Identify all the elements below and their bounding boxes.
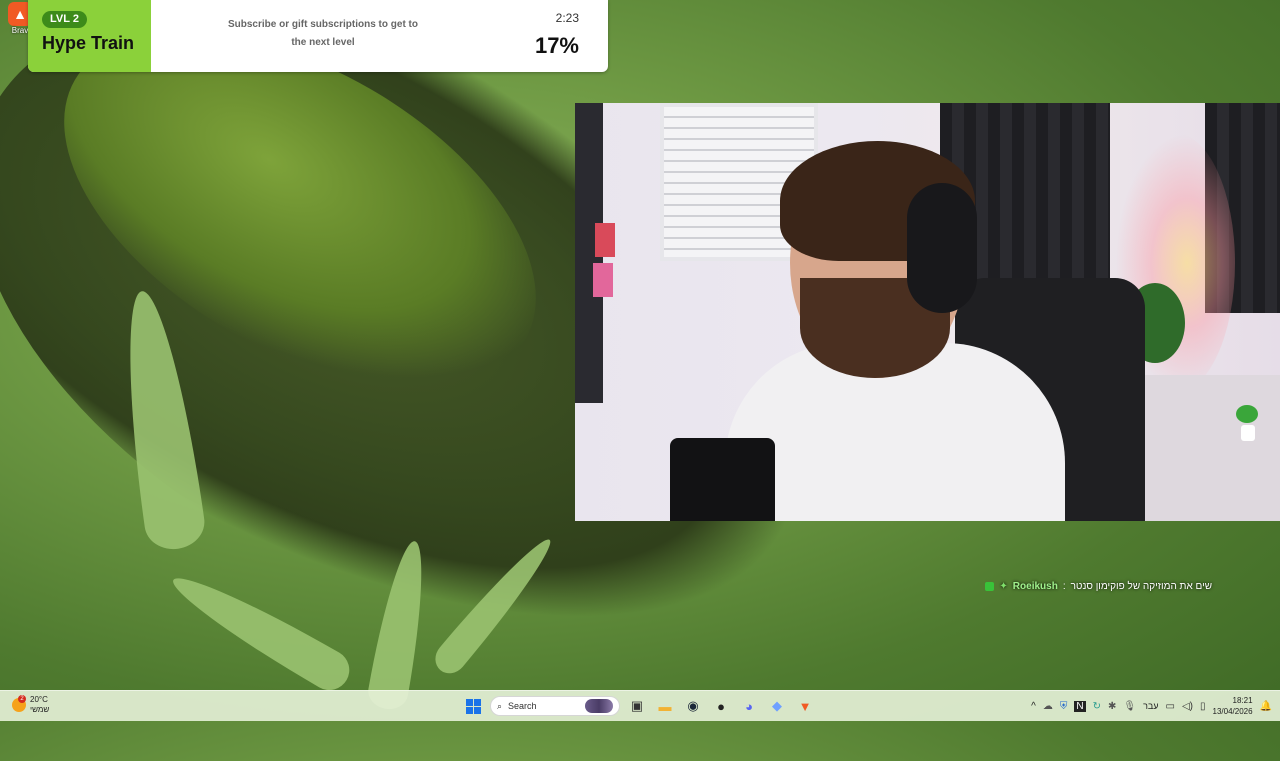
obs-icon: ● (717, 698, 725, 714)
clock-time: 18:21 (1232, 696, 1253, 705)
chat-message: ✦ Roeikush : שים את המוזיקה של פוקימון ס… (985, 578, 1212, 594)
webcam-feed (575, 103, 1280, 521)
hype-train-description-line2: the next level (291, 37, 355, 48)
volume-icon[interactable]: ◁) (1182, 701, 1193, 712)
taskbar-search[interactable]: ⌕ Search (490, 696, 620, 716)
task-view-button[interactable]: ▣ (626, 695, 648, 717)
hype-train-description: Subscribe or gift subscriptions to get t… (218, 16, 428, 52)
weather-widget[interactable]: 2 20°C שמשי (12, 695, 49, 715)
chevron-up-icon[interactable]: ^ (1031, 701, 1036, 712)
network-icon[interactable]: ▭ (1166, 701, 1175, 712)
webcam-wall-panel (593, 263, 613, 297)
taskbar-apps: ⌕ Search ▣ ▬ ◉ ● ◕ ◆ ▼ (462, 694, 816, 718)
weather-temperature: 20°C (30, 695, 48, 704)
task-view-icon: ▣ (630, 698, 644, 713)
hype-train-widget: LVL 2 Hype Train Subscribe or gift subsc… (28, 0, 608, 72)
weather-description: שמשי (30, 705, 50, 714)
hype-train-percent: 17% (534, 33, 579, 58)
brave-button[interactable]: ▼ (794, 695, 816, 717)
bluetooth-icon[interactable]: ✱ (1108, 701, 1116, 712)
hype-train-title: Hype Train (42, 33, 135, 53)
search-placeholder: Search (508, 701, 537, 711)
clock[interactable]: 18:21 13/04/2026 (1213, 695, 1253, 717)
clock-date: 13/04/2026 (1212, 707, 1253, 716)
weather-sun-icon: 2 (12, 695, 26, 712)
wallpaper-leaf (163, 562, 357, 698)
chat-separator: : (1062, 580, 1066, 592)
windows-icon (465, 698, 481, 714)
obs-button[interactable]: ● (710, 695, 732, 717)
hype-train-timer: 2:23 (555, 11, 579, 25)
steam-icon: ◉ (687, 698, 699, 713)
webcam-microphone (670, 438, 775, 521)
taskbar: 2 20°C שמשי ⌕ Search ▣ ▬ ◉ ● ◕ ◆ ▼ ^ ☁ ⛨… (0, 690, 1280, 721)
chat-username: Roeikush (1012, 580, 1058, 592)
cloud-icon[interactable]: ☁ (1043, 701, 1053, 712)
folder-icon: ▬ (658, 698, 672, 714)
notion-icon[interactable]: N (1074, 700, 1086, 712)
hype-train-description-line1: Subscribe or gift subscriptions to get t… (227, 19, 418, 30)
brave-icon: ▼ (798, 698, 812, 714)
chat-message-text: שים את המוזיקה של פוקימון סנטר (1070, 580, 1212, 592)
search-icon: ⌕ (497, 700, 503, 711)
start-button[interactable] (462, 695, 484, 717)
notification-bell-icon[interactable]: 🔔 (1260, 701, 1272, 712)
language-indicator[interactable]: עבר (1143, 701, 1158, 711)
shield-icon[interactable]: ⛨ (1060, 701, 1068, 712)
webcam-wall-panel (595, 223, 615, 257)
chat-badge-icon (985, 581, 995, 591)
diamond-app-button[interactable]: ◆ (766, 695, 788, 717)
sync-icon[interactable]: ↻ (1093, 701, 1101, 712)
file-explorer-button[interactable]: ▬ (654, 695, 676, 717)
webcam-shelf (1125, 375, 1280, 521)
chat-sparkle-icon: ✦ (999, 580, 1008, 592)
microphone-icon[interactable]: 🎙 (1123, 701, 1136, 712)
discord-icon: ◕ (745, 698, 753, 714)
battery-icon[interactable]: ▯ (1200, 701, 1206, 712)
system-tray: ^ ☁ ⛨ N ↻ ✱ 🎙 עבר ▭ ◁) ▯ 18:21 13/04/202… (1031, 694, 1272, 718)
hype-train-level-badge: LVL 2 (42, 11, 87, 28)
weather-alert-badge: 2 (18, 695, 26, 703)
discord-button[interactable]: ◕ (738, 695, 760, 717)
steam-button[interactable]: ◉ (682, 695, 704, 717)
webcam-headset (907, 183, 977, 313)
diamond-icon: ◆ (772, 698, 782, 713)
pixel-sprite-icon (1236, 405, 1260, 445)
search-highlight-icon (585, 699, 613, 713)
